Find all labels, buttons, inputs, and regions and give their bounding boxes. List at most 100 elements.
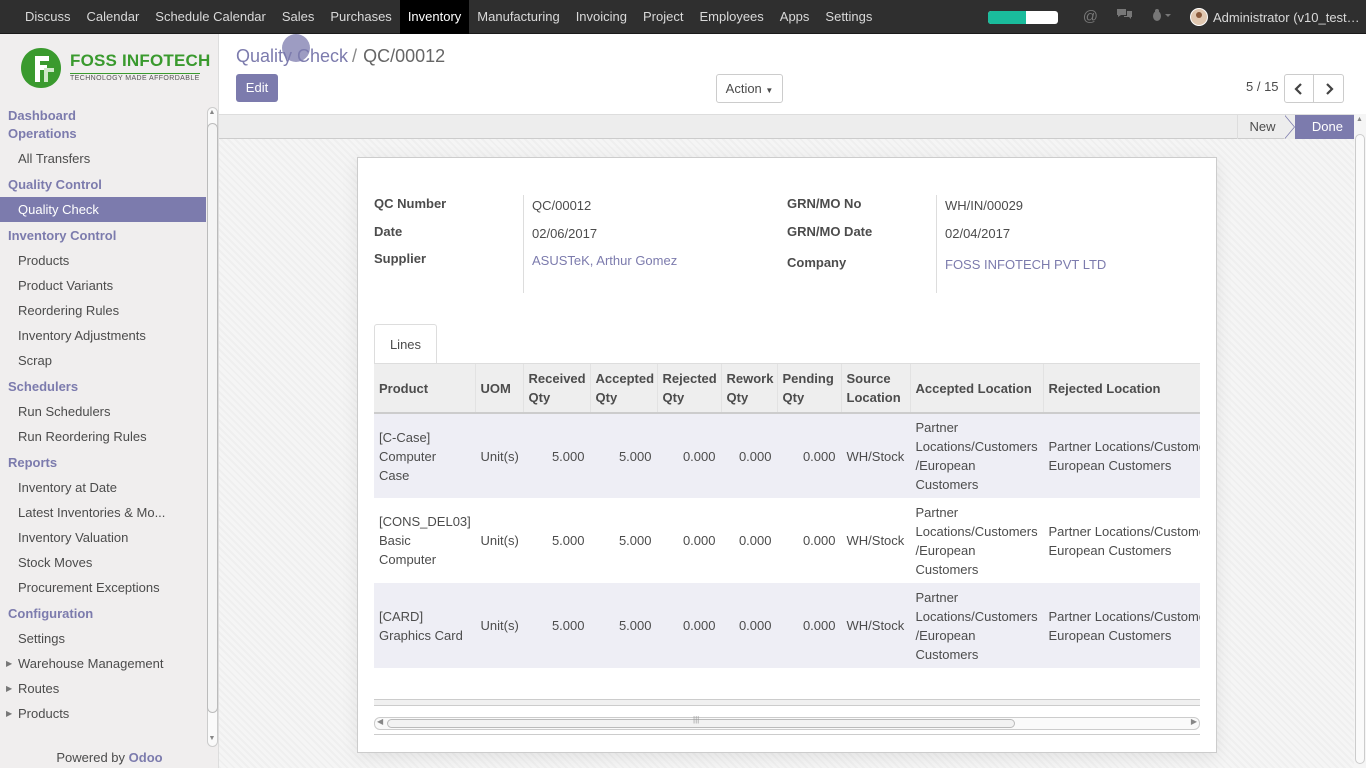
- horizontal-scroll-thumb[interactable]: [387, 719, 1015, 728]
- top-menu-sales[interactable]: Sales: [274, 0, 323, 34]
- sidebar-section-reports[interactable]: Reports: [0, 454, 206, 472]
- progress-bar: [987, 10, 1058, 24]
- sidebar-item-product-variants[interactable]: Product Variants: [0, 273, 206, 298]
- user-menu[interactable]: Administrator (v10_test…: [1190, 8, 1366, 26]
- company-link[interactable]: FOSS INFOTECH PVT LTD: [945, 257, 1106, 272]
- pager-previous-button[interactable]: [1284, 74, 1314, 103]
- sidebar-section-operations[interactable]: Operations: [0, 125, 206, 143]
- cell-uom: Unit(s): [475, 583, 523, 668]
- column-header-source-location[interactable]: Source Location: [841, 364, 911, 414]
- scroll-left-icon[interactable]: ◀: [377, 717, 383, 726]
- scroll-down-icon[interactable]: ▼: [206, 735, 218, 742]
- sidebar-item-products[interactable]: ▶ Products: [0, 701, 206, 726]
- pager-next-button[interactable]: [1314, 74, 1344, 103]
- horizontal-scrollbar[interactable]: ◀ ||| ▶: [374, 715, 1200, 730]
- sidebar-item-products[interactable]: Products: [0, 248, 206, 273]
- top-menu-apps[interactable]: Apps: [772, 0, 818, 34]
- user-name: Administrator (v10_test…: [1213, 9, 1360, 25]
- top-menu-discuss[interactable]: Discuss: [17, 0, 79, 34]
- column-header-rejected-location[interactable]: Rejected Location: [1043, 364, 1200, 414]
- avatar: [1190, 8, 1208, 26]
- sidebar-item-procurement-exceptions[interactable]: Procurement Exceptions: [0, 575, 206, 600]
- main-scroll-thumb[interactable]: [1355, 134, 1365, 764]
- scroll-up-icon[interactable]: ▲: [206, 109, 218, 116]
- column-header-pending-qty[interactable]: Pending Qty: [777, 364, 842, 414]
- top-menu-purchases[interactable]: Purchases: [322, 0, 399, 34]
- sidebar-item-label: Latest Inventories & Mo...: [18, 505, 166, 520]
- sidebar-item-label: Procurement Exceptions: [18, 580, 160, 595]
- sidebar-item-label: Settings: [18, 631, 65, 646]
- sidebar-section-configuration[interactable]: Configuration: [0, 605, 206, 623]
- sidebar-item-run-schedulers[interactable]: Run Schedulers: [0, 399, 206, 424]
- main-scrollbar[interactable]: ▲: [1354, 114, 1366, 768]
- top-menu-inventory[interactable]: Inventory: [399, 0, 470, 34]
- supplier-link[interactable]: ASUSTeK, Arthur Gomez: [532, 253, 677, 268]
- sidebar-item-quality-check[interactable]: Quality Check: [0, 197, 206, 222]
- sidebar-section-dashboard[interactable]: Dashboard: [0, 107, 206, 125]
- breadcrumb: Quality Check / QC/00012: [236, 46, 445, 67]
- form-view: New Done QC Number QC/00012 Date 02/06/2…: [219, 114, 1354, 768]
- top-menu-calendar[interactable]: Calendar: [79, 0, 148, 34]
- cell-product: [C-Case] Computer Case: [374, 413, 475, 498]
- scroll-thumb[interactable]: [207, 123, 218, 713]
- table-row[interactable]: [CARD] Graphics Card Unit(s) 5.000 5.000 0.0…: [374, 583, 1200, 668]
- bug-icon[interactable]: [1151, 0, 1173, 34]
- cell-received: 5.000: [523, 498, 590, 583]
- column-header-rejected-qty[interactable]: Rejected Qty: [657, 364, 722, 414]
- sidebar-item-inventory-adjustments[interactable]: Inventory Adjustments: [0, 323, 206, 348]
- sidebar-item-run-reordering-rules[interactable]: Run Reordering Rules: [0, 424, 206, 449]
- sidebar-item-label: Products: [18, 253, 70, 268]
- top-menu-employees[interactable]: Employees: [691, 0, 771, 34]
- sidebar-item-label: Inventory Adjustments: [18, 328, 146, 343]
- supplier-label: Supplier: [374, 251, 427, 266]
- cell-pending: 0.000: [777, 498, 841, 583]
- statusbar: New Done: [219, 115, 1354, 139]
- column-header-received-qty[interactable]: Received Qty: [523, 364, 591, 414]
- odoo-link[interactable]: Odoo: [129, 750, 163, 765]
- scroll-up-icon[interactable]: ▲: [1356, 116, 1363, 123]
- sidebar-item-inventory-valuation[interactable]: Inventory Valuation: [0, 525, 206, 550]
- pager-value[interactable]: 5 / 15: [1246, 79, 1279, 94]
- sidebar-scrollbar[interactable]: ▲ ▼: [206, 107, 218, 747]
- sidebar-section-quality-control[interactable]: Quality Control: [0, 176, 206, 194]
- divider: [374, 734, 1200, 735]
- at-icon[interactable]: @: [1083, 0, 1098, 34]
- sidebar-item-all-transfers[interactable]: All Transfers: [0, 146, 206, 171]
- top-menu-invoicing[interactable]: Invoicing: [568, 0, 635, 34]
- tab-lines[interactable]: Lines: [374, 324, 437, 364]
- sidebar-section-inventory-control[interactable]: Inventory Control: [0, 227, 206, 245]
- table-row[interactable]: [C-Case] Computer Case Unit(s) 5.000 5.000 0…: [374, 413, 1200, 498]
- chevron-right-icon: [1325, 83, 1334, 95]
- column-header-accepted-location[interactable]: Accepted Location: [910, 364, 1044, 414]
- status-new[interactable]: New: [1237, 115, 1287, 139]
- grn-no-value: WH/IN/00029: [945, 198, 1024, 213]
- status-done[interactable]: Done: [1284, 115, 1354, 139]
- sidebar-item-inventory-at-date[interactable]: Inventory at Date: [0, 475, 206, 500]
- edit-button[interactable]: Edit: [236, 74, 278, 102]
- scroll-right-icon[interactable]: ▶: [1191, 717, 1197, 726]
- column-header-product[interactable]: Product: [374, 364, 476, 414]
- sidebar-item-settings[interactable]: Settings: [0, 626, 206, 651]
- sidebar-item-routes[interactable]: ▶ Routes: [0, 676, 206, 701]
- column-header-accepted-qty[interactable]: Accepted Qty: [590, 364, 658, 414]
- column-header-rework-qty[interactable]: Rework Qty: [721, 364, 778, 414]
- sidebar-section-schedulers[interactable]: Schedulers: [0, 378, 206, 396]
- top-navbar: Discuss Calendar Schedule Calendar Sales Pur…: [0, 0, 1366, 34]
- company-logo: FOSS INFOTECH TECHNOLOGY MADE AFFORDABLE: [19, 46, 210, 90]
- top-menu-settings[interactable]: Settings: [817, 0, 880, 34]
- sidebar-item-scrap[interactable]: Scrap: [0, 348, 206, 373]
- form-sheet: QC Number QC/00012 Date 02/06/2017 Suppl…: [357, 157, 1217, 753]
- top-menu-manufacturing[interactable]: Manufacturing: [469, 0, 567, 34]
- action-dropdown[interactable]: Action ▼: [716, 74, 783, 103]
- chat-icon[interactable]: [1116, 0, 1133, 34]
- sidebar-item-label: Products: [18, 706, 70, 721]
- sidebar-item-stock-moves[interactable]: Stock Moves: [0, 550, 206, 575]
- sidebar-item-warehouse-management[interactable]: ▶ Warehouse Management: [0, 651, 206, 676]
- caret-right-icon: ▶: [6, 684, 13, 693]
- sidebar-item-reordering-rules[interactable]: Reordering Rules: [0, 298, 206, 323]
- top-menu-schedule-calendar[interactable]: Schedule Calendar: [147, 0, 274, 34]
- table-row[interactable]: [CONS_DEL03] Basic Computer Unit(s) 5.000 5…: [374, 498, 1200, 583]
- top-menu-project[interactable]: Project: [635, 0, 691, 34]
- sidebar-item-latest-inventories-mo[interactable]: Latest Inventories & Mo...: [0, 500, 206, 525]
- column-header-uom[interactable]: UOM: [475, 364, 524, 414]
